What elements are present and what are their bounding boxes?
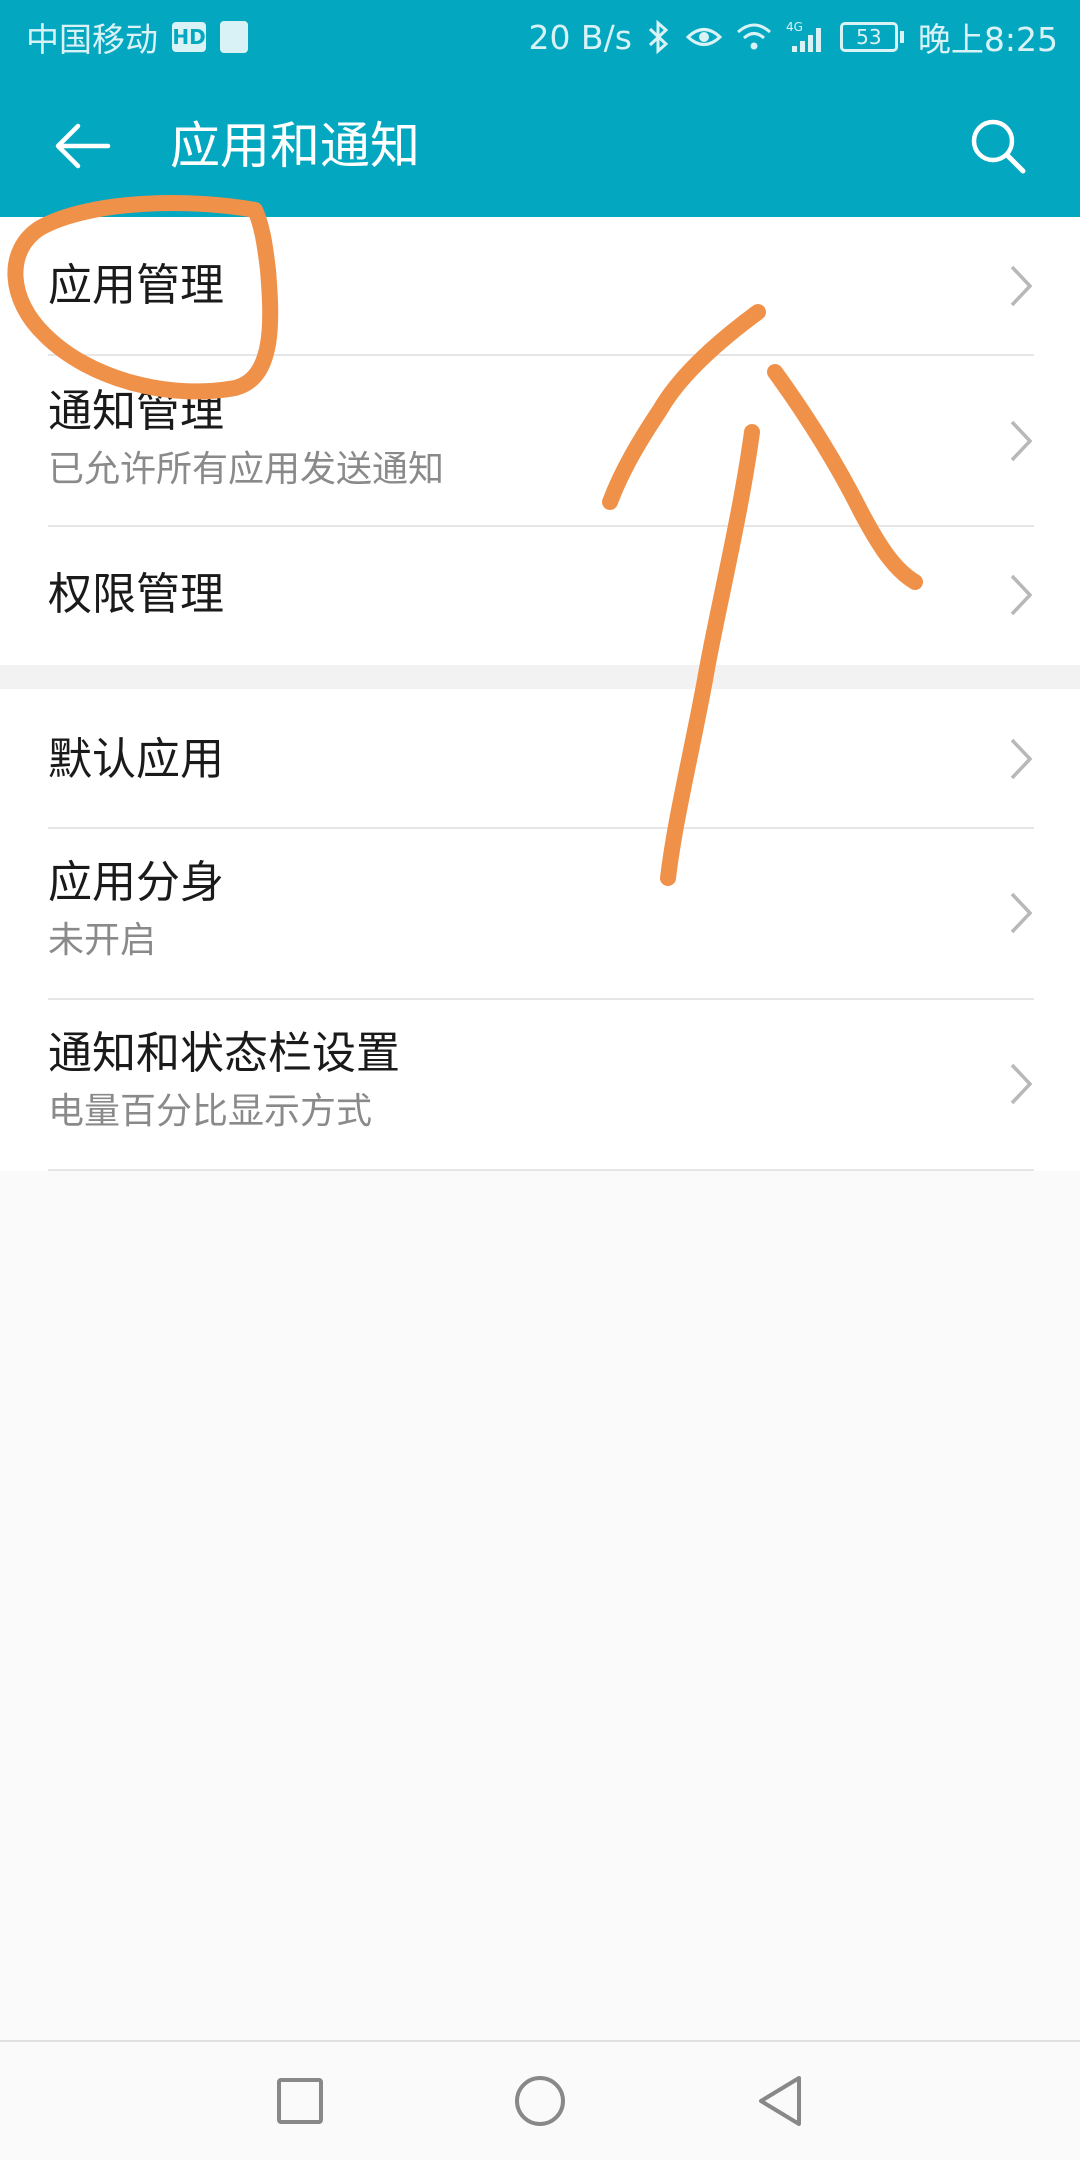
wifi-icon (736, 22, 772, 52)
square-icon (277, 2078, 323, 2124)
battery-level: 53 (839, 22, 898, 52)
divider (48, 1169, 1034, 1171)
row-subtitle: 电量百分比显示方式 (48, 1091, 373, 1132)
row-notification-management[interactable]: 通知管理 已允许所有应用发送通知 (0, 356, 1080, 526)
group-separator (0, 665, 1080, 689)
triangle-back-icon (759, 2076, 801, 2126)
carrier-name: 中国移动 (26, 20, 158, 59)
row-app-management[interactable]: 应用管理 (0, 217, 1080, 355)
chevron-right-icon (1010, 892, 1033, 934)
signal-type-label: 4G (786, 20, 803, 34)
row-title: 默认应用 (48, 734, 224, 785)
clock: 晚上8:25 (917, 20, 1058, 59)
header: 中国移动 HD 20 B/s 4G 53 晚上8:25 应用和通知 (0, 0, 1080, 217)
row-subtitle: 未开启 (48, 920, 157, 961)
cellular-signal-icon: 4G (786, 20, 826, 54)
row-permission-management[interactable]: 权限管理 (0, 527, 1080, 665)
search-button[interactable] (956, 104, 1040, 188)
settings-screen: 中国移动 HD 20 B/s 4G 53 晚上8:25 应用和通知 应用管理 通… (0, 0, 1080, 2160)
row-title: 应用分身 (48, 857, 224, 908)
row-title: 通知管理 (48, 386, 224, 437)
circle-icon (515, 2076, 565, 2126)
row-title: 通知和状态栏设置 (48, 1028, 400, 1079)
row-subtitle: 已允许所有应用发送通知 (48, 449, 445, 490)
status-bar: 中国移动 HD 20 B/s 4G 53 晚上8:25 (0, 0, 1080, 74)
nav-back-button[interactable] (735, 2056, 825, 2146)
chevron-right-icon (1010, 420, 1033, 462)
net-speed: 20 B/s (528, 17, 632, 57)
back-button[interactable] (40, 104, 124, 188)
battery-icon: 53 (839, 22, 904, 52)
recents-button[interactable] (255, 2056, 345, 2146)
arrow-left-icon (55, 123, 111, 169)
row-title: 权限管理 (48, 569, 224, 620)
app-bar: 应用和通知 (0, 74, 1080, 217)
chevron-right-icon (1010, 265, 1033, 307)
status-left: 中国移动 HD (26, 10, 248, 64)
eye-comfort-icon (685, 22, 722, 52)
status-right: 20 B/s 4G 53 晚上8:25 (528, 10, 1058, 64)
row-title: 应用管理 (48, 260, 224, 311)
chevron-right-icon (1010, 1063, 1033, 1105)
settings-group-1: 应用管理 通知管理 已允许所有应用发送通知 权限管理 (0, 217, 1080, 665)
home-button[interactable] (495, 2056, 585, 2146)
chevron-right-icon (1010, 738, 1033, 780)
row-notification-statusbar-settings[interactable]: 通知和状态栏设置 电量百分比显示方式 (0, 1000, 1080, 1169)
row-app-twin[interactable]: 应用分身 未开启 (0, 829, 1080, 998)
page-title: 应用和通知 (170, 117, 420, 175)
settings-group-2: 默认应用 应用分身 未开启 通知和状态栏设置 电量百分比显示方式 (0, 689, 1080, 1171)
navigation-bar (0, 2040, 1080, 2160)
bluetooth-icon (646, 20, 672, 54)
chevron-right-icon (1010, 574, 1033, 616)
search-icon (971, 119, 1026, 174)
hd-badge: HD (172, 22, 206, 52)
sim-icon (220, 21, 248, 53)
row-default-apps[interactable]: 默认应用 (0, 689, 1080, 827)
